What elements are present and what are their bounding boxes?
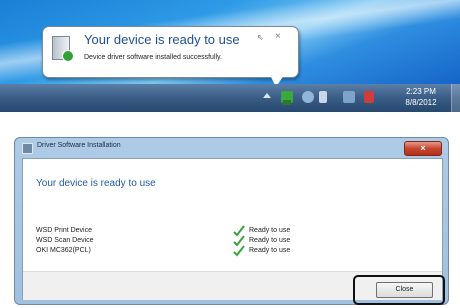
tray-app-icon[interactable] [302, 91, 314, 103]
close-icon[interactable]: × [275, 31, 281, 42]
checkmark-icon [233, 245, 245, 257]
device-status-text: Ready to use [249, 247, 291, 254]
notification-balloon[interactable]: Your device is ready to use Device drive… [42, 26, 299, 78]
window-icon [22, 143, 33, 154]
device-install-icon [52, 36, 74, 62]
dialog-title: Driver Software Installation [37, 142, 121, 149]
close-icon: × [420, 143, 426, 153]
clock-date: 8/8/2012 [405, 98, 437, 107]
taskbar-clock[interactable]: 2:23 PM 8/8/2012 [398, 86, 444, 108]
dialog-title-bar[interactable]: Driver Software Installation × [15, 138, 448, 158]
show-desktop-button[interactable] [451, 84, 460, 112]
success-check-icon [62, 50, 74, 62]
usb-device-icon[interactable] [281, 91, 293, 105]
dialog-heading: Your device is ready to use [36, 178, 156, 189]
window-close-button[interactable]: × [404, 141, 442, 156]
clock-time: 2:23 PM [406, 87, 436, 96]
device-status-text: Ready to use [249, 237, 291, 244]
tray-app-icon-2[interactable] [319, 91, 327, 103]
pin-icon[interactable]: ⇖ [257, 33, 264, 42]
network-icon[interactable] [343, 91, 355, 103]
notification-message: Device driver software installed success… [84, 54, 222, 61]
device-name: WSD Print Device [36, 227, 93, 234]
device-name: OKI MC362(PCL) [36, 247, 91, 254]
show-hidden-icons-icon[interactable] [263, 93, 271, 98]
notification-title: Your device is ready to use [84, 32, 240, 47]
taskbar [0, 84, 460, 112]
action-center-flag-icon[interactable] [364, 91, 374, 103]
device-name: WSD Scan Device [36, 237, 94, 244]
close-button[interactable]: Close [376, 282, 433, 298]
device-status-text: Ready to use [249, 227, 291, 234]
